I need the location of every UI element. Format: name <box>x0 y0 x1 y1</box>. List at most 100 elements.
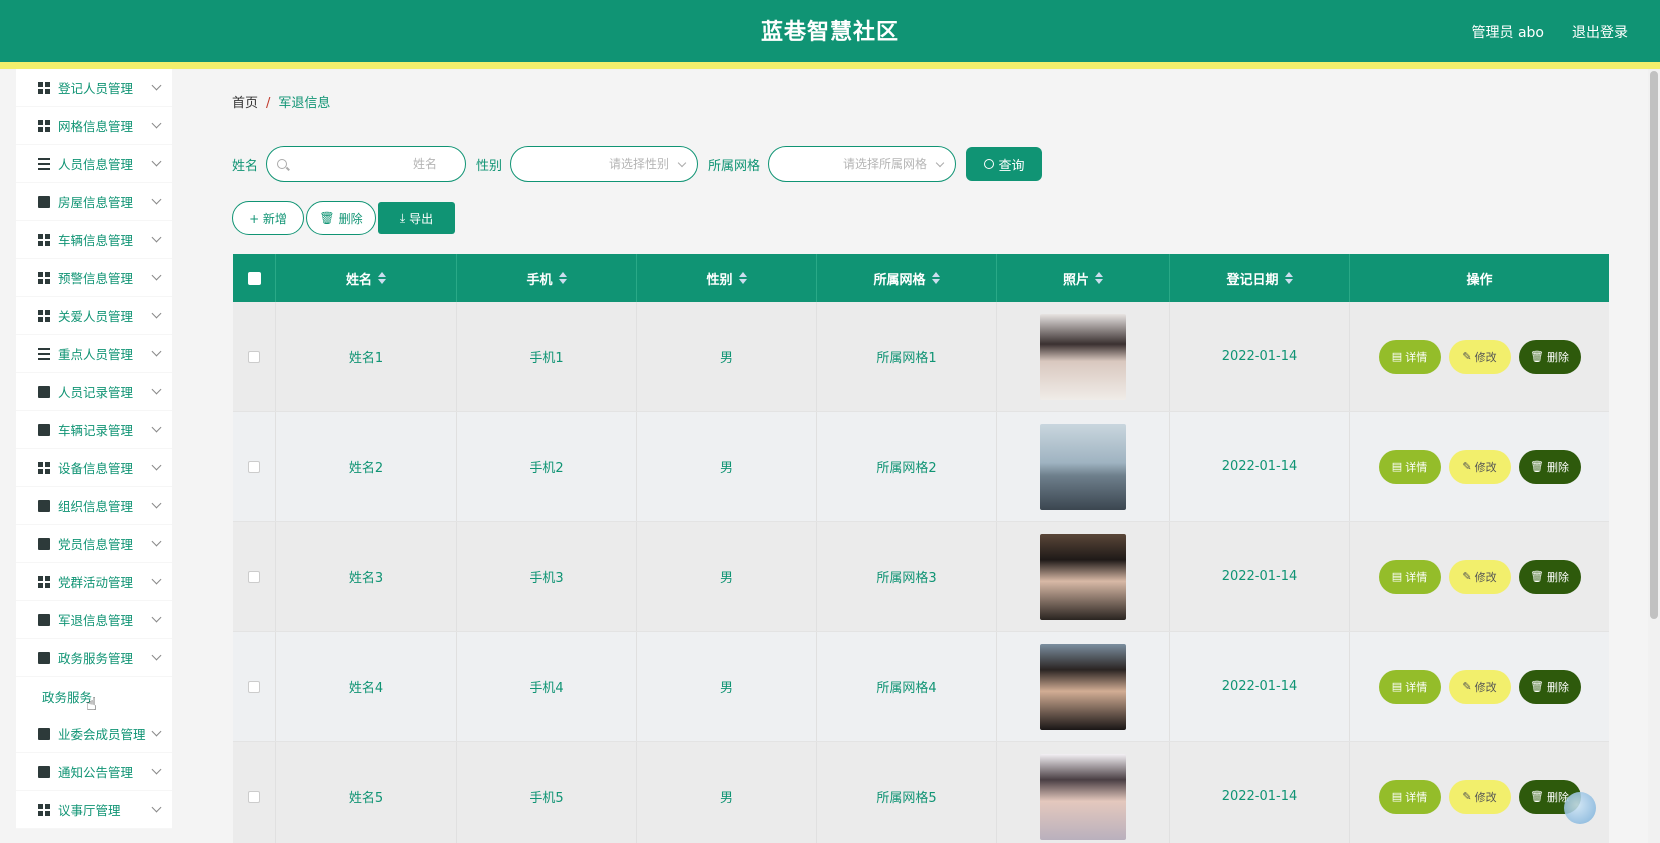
avatar-photo[interactable] <box>1040 753 1126 840</box>
sidebar-item-12[interactable]: 党员信息管理 <box>16 525 172 563</box>
chevron-down-icon <box>151 422 162 433</box>
sidebar-item-17[interactable]: 通知公告管理 <box>16 753 172 791</box>
edit-button[interactable]: ✎ 修改 <box>1448 779 1511 814</box>
query-button[interactable]: 查询 <box>966 147 1043 181</box>
chevron-down-icon <box>151 460 162 471</box>
row-delete-button[interactable]: 🗑 删除 <box>1518 559 1581 594</box>
sidebar-item-6[interactable]: 关爱人员管理 <box>16 297 172 335</box>
select-all-checkbox[interactable] <box>247 271 261 285</box>
avatar-photo[interactable] <box>1040 533 1126 620</box>
detail-button[interactable]: ▤ 详情 <box>1378 339 1441 374</box>
avatar-photo[interactable] <box>1040 643 1126 730</box>
sidebar-item-1[interactable]: 网格信息管理 <box>16 107 172 145</box>
grid-select-input[interactable] <box>769 147 956 181</box>
col-phone-label: 手机 <box>526 272 553 288</box>
chevron-down-icon <box>151 156 162 167</box>
detail-button[interactable]: ▤ 详情 <box>1378 559 1441 594</box>
row-checkbox[interactable] <box>248 570 260 583</box>
delete-button-label: 删除 <box>338 211 363 226</box>
col-name-label: 姓名 <box>345 272 372 288</box>
cell-date: 2022-01-14 <box>1170 522 1350 631</box>
line-chart-icon <box>38 765 50 778</box>
select-all-cell <box>233 254 276 302</box>
logout-link[interactable]: 退出登录 <box>1572 22 1628 42</box>
sidebar-item-10[interactable]: 设备信息管理 <box>16 449 172 487</box>
delete-button[interactable]: 🗑 删除 <box>306 201 376 235</box>
edit-button[interactable]: ✎ 修改 <box>1448 449 1511 484</box>
detail-button-label: 详情 <box>1405 570 1428 584</box>
detail-button[interactable]: ▤ 详情 <box>1378 669 1441 704</box>
breadcrumb-home[interactable]: 首页 <box>232 96 258 111</box>
row-checkbox[interactable] <box>248 680 260 693</box>
sort-icon[interactable] <box>1284 272 1293 284</box>
gender-select-input[interactable] <box>511 147 698 181</box>
avatar-photo[interactable] <box>1040 313 1126 400</box>
edit-button[interactable]: ✎ 修改 <box>1448 339 1511 374</box>
detail-button[interactable]: ▤ 详情 <box>1378 449 1441 484</box>
sidebar-item-13[interactable]: 党群活动管理 <box>16 563 172 601</box>
sidebar-item-label: 关爱人员管理 <box>58 309 134 324</box>
sidebar-item-9[interactable]: 车辆记录管理 <box>16 411 172 449</box>
sort-icon[interactable] <box>1095 272 1103 284</box>
row-checkbox[interactable] <box>248 350 260 363</box>
col-date[interactable]: 登记日期 <box>1170 254 1350 302</box>
edit-button[interactable]: ✎ 修改 <box>1448 559 1511 594</box>
name-search-input[interactable] <box>267 147 466 181</box>
row-checkbox[interactable] <box>248 460 260 473</box>
chevron-down-icon <box>151 308 162 319</box>
sidebar-item-7[interactable]: 重点人员管理 <box>16 335 172 373</box>
pencil-icon: ✎ <box>1462 350 1472 363</box>
sidebar-item-8[interactable]: 人员记录管理 <box>16 373 172 411</box>
chevron-down-icon <box>151 80 162 91</box>
chevron-down-icon <box>151 118 162 129</box>
sort-icon[interactable] <box>558 272 567 284</box>
row-select-cell <box>233 522 276 631</box>
sidebar-item-2[interactable]: 人员信息管理 <box>16 145 172 183</box>
grid-icon <box>38 119 50 132</box>
trash-icon: 🗑 <box>1530 460 1544 473</box>
cell-ops: ▤ 详情 ✎ 修改 🗑 删除 <box>1350 742 1609 843</box>
col-phone[interactable]: 手机 <box>457 254 637 302</box>
sidebar-item-15[interactable]: 政务服务管理 <box>16 639 172 677</box>
breadcrumb-separator: / <box>266 96 271 111</box>
cell-gender: 男 <box>637 302 817 411</box>
edit-button[interactable]: ✎ 修改 <box>1448 669 1511 704</box>
sidebar-item-16[interactable]: 业委会成员管理 <box>16 715 172 753</box>
row-delete-button[interactable]: 🗑 删除 <box>1518 669 1581 704</box>
edit-button-label: 修改 <box>1474 790 1497 804</box>
row-delete-button[interactable]: 🗑 删除 <box>1518 449 1581 484</box>
sidebar-item-label: 党群活动管理 <box>58 575 134 590</box>
sidebar-item-3[interactable]: 房屋信息管理 <box>16 183 172 221</box>
sidebar-item-11[interactable]: 组织信息管理 <box>16 487 172 525</box>
table-row: 姓名4 手机4 男所属网格4 2022-01-14 ▤ 详情 ✎ 修改 🗑 删除 <box>233 632 1609 742</box>
row-delete-button-label: 删除 <box>1546 570 1569 584</box>
col-photo[interactable]: 照片 <box>997 254 1170 302</box>
export-button[interactable]: ⤓ 导出 <box>378 202 455 234</box>
name-search-field[interactable] <box>266 146 467 182</box>
sort-icon[interactable] <box>378 272 386 284</box>
page-scrollbar[interactable] <box>1648 69 1660 843</box>
sort-icon[interactable] <box>738 272 747 284</box>
sidebar-item-0[interactable]: 登记人员管理 <box>16 69 172 107</box>
sidebar-item-18[interactable]: 议事厅管理 <box>16 791 172 829</box>
sort-icon[interactable] <box>931 272 940 284</box>
col-gender[interactable]: 性别 <box>637 254 817 302</box>
cell-grid: 所属网格2 <box>817 412 997 521</box>
avatar-photo[interactable] <box>1040 423 1126 510</box>
detail-button-label: 详情 <box>1405 350 1428 364</box>
grid-select[interactable] <box>768 146 957 182</box>
admin-user-label[interactable]: 管理员 abo <box>1472 22 1544 42</box>
row-delete-button[interactable]: 🗑 删除 <box>1518 339 1581 374</box>
col-name[interactable]: 姓名 <box>276 254 457 302</box>
sidebar-item-14[interactable]: 军退信息管理 <box>16 601 172 639</box>
sidebar-item-5[interactable]: 预警信息管理 <box>16 259 172 297</box>
row-checkbox[interactable] <box>248 790 260 803</box>
detail-button[interactable]: ▤ 详情 <box>1378 779 1441 814</box>
scrollbar-thumb[interactable] <box>1650 71 1658 619</box>
col-grid[interactable]: 所属网格 <box>817 254 997 302</box>
gender-select[interactable] <box>510 146 699 182</box>
sidebar-item-4[interactable]: 车辆信息管理 <box>16 221 172 259</box>
floating-assistant-icon[interactable] <box>1564 792 1596 824</box>
chevron-down-icon <box>151 384 162 395</box>
add-button[interactable]: + 新增 <box>232 201 304 235</box>
